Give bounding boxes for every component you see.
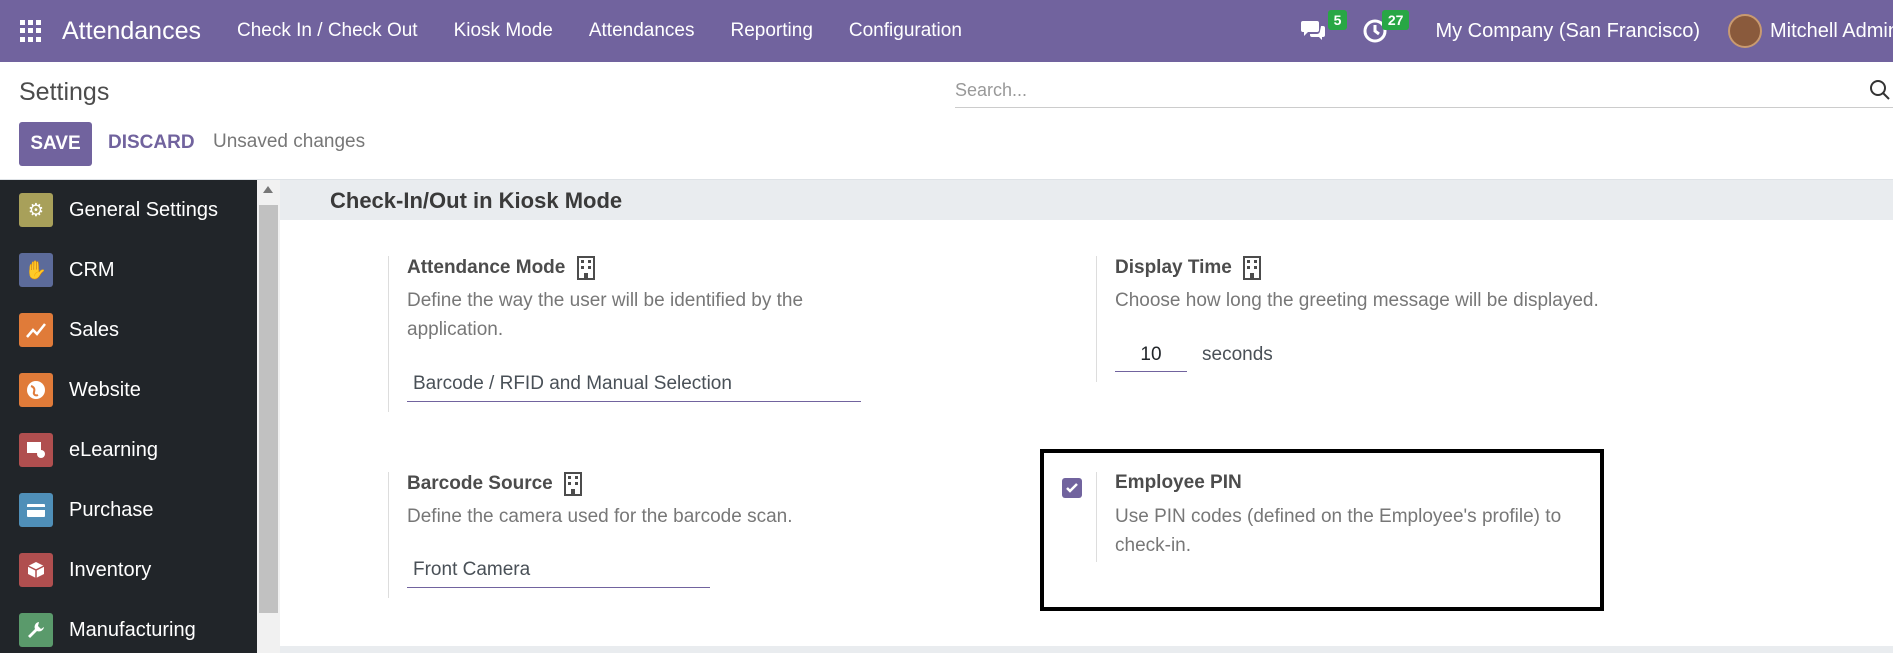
scroll-up-arrow-icon[interactable] <box>263 186 273 193</box>
content-bottom-border <box>280 646 1893 653</box>
setting-attendance-mode: Attendance Mode Define the way the user … <box>388 256 948 412</box>
setting-description: Define the camera used for the barcode s… <box>407 506 793 527</box>
menu-check-in-out[interactable]: Check In / Check Out <box>237 20 418 42</box>
menu-reporting[interactable]: Reporting <box>731 20 813 42</box>
menu-kiosk-mode[interactable]: Kiosk Mode <box>454 20 553 42</box>
display-time-unit: seconds <box>1202 344 1273 365</box>
setting-description: Choose how long the greeting message wil… <box>1115 290 1599 311</box>
card-icon <box>19 493 53 527</box>
search-box <box>955 74 1893 108</box>
user-menu[interactable]: Mitchell Admin <box>1770 20 1893 43</box>
sidebar-item-purchase[interactable]: Purchase <box>0 485 257 535</box>
company-switcher[interactable]: My Company (San Francisco) <box>1435 20 1700 43</box>
menu-configuration[interactable]: Configuration <box>849 20 962 42</box>
section-header: Check-In/Out in Kiosk Mode <box>280 180 1893 220</box>
sidebar-item-label: eLearning <box>69 438 158 461</box>
navbar-systray: 5 27 My Company (San Francisco) Mitchell… <box>1299 0 1893 62</box>
setting-title-text: Barcode Source <box>407 473 553 495</box>
setting-title: Barcode Source <box>407 472 583 496</box>
apps-grid-icon[interactable] <box>20 20 42 42</box>
sidebar-item-label: CRM <box>69 258 115 281</box>
activities-badge: 27 <box>1381 10 1410 30</box>
description-line: application. <box>407 319 504 340</box>
sidebar-item-website[interactable]: Website <box>0 365 257 415</box>
avatar[interactable] <box>1728 14 1762 48</box>
attendance-mode-select[interactable]: Barcode / RFID and Manual Selection <box>407 366 861 402</box>
sidebar-item-crm[interactable]: ✋ CRM <box>0 245 257 295</box>
building-icon <box>1243 256 1262 280</box>
sidebar-item-manufacturing[interactable]: Manufacturing <box>0 605 257 655</box>
setting-title-text: Display Time <box>1115 257 1232 279</box>
setting-title-text: Attendance Mode <box>407 257 566 279</box>
sidebar-item-sales[interactable]: Sales <box>0 305 257 355</box>
elearning-icon <box>19 433 53 467</box>
scrollbar-thumb[interactable] <box>259 205 278 613</box>
description-line: Define the way the user will be identifi… <box>407 290 804 311</box>
search-icon[interactable] <box>1867 77 1893 103</box>
sidebar-item-general-settings[interactable]: ⚙ General Settings <box>0 185 257 235</box>
messages-icon[interactable]: 5 <box>1299 10 1348 46</box>
handshake-icon: ✋ <box>19 253 53 287</box>
highlight-box <box>1040 449 1604 611</box>
discard-button[interactable]: DISCARD <box>108 132 195 154</box>
setting-title: Display Time <box>1115 256 1262 280</box>
building-icon <box>576 256 595 280</box>
sidebar-item-inventory[interactable]: Inventory <box>0 545 257 595</box>
sidebar-item-label: General Settings <box>69 198 218 221</box>
setting-title: Attendance Mode <box>407 256 595 280</box>
save-button[interactable]: SAVE <box>19 122 92 166</box>
sidebar-item-label: Manufacturing <box>69 618 196 641</box>
barcode-source-select[interactable]: Front Camera <box>407 552 710 588</box>
gear-icon: ⚙ <box>19 193 53 227</box>
top-navbar: Attendances Check In / Check Out Kiosk M… <box>0 0 1893 62</box>
building-icon <box>564 472 583 496</box>
sidebar-item-elearning[interactable]: eLearning <box>0 425 257 475</box>
sidebar-item-label: Website <box>69 378 141 401</box>
sidebar-item-label: Purchase <box>69 498 154 521</box>
search-input[interactable] <box>955 74 1893 107</box>
chart-icon <box>19 313 53 347</box>
app-title[interactable]: Attendances <box>62 17 201 46</box>
control-panel: Settings SAVE DISCARD Unsaved changes <box>0 62 1893 180</box>
settings-sidebar: ⚙ General Settings ✋ CRM Sales Website e… <box>0 180 257 653</box>
setting-barcode-source: Barcode Source Define the camera used fo… <box>388 472 948 598</box>
section-title: Check-In/Out in Kiosk Mode <box>330 188 623 213</box>
wrench-icon <box>19 613 53 647</box>
page-title: Settings <box>19 78 110 106</box>
sidebar-item-label: Inventory <box>69 558 152 581</box>
box-icon <box>19 553 53 587</box>
activity-clock-icon[interactable]: 27 <box>1361 10 1410 46</box>
menu-attendances[interactable]: Attendances <box>589 20 695 42</box>
display-time-input[interactable]: 10 <box>1115 338 1187 372</box>
setting-display-time: Display Time Choose how long the greetin… <box>1096 256 1696 382</box>
sidebar-item-label: Sales <box>69 318 120 341</box>
unsaved-status: Unsaved changes <box>213 131 366 152</box>
globe-icon <box>19 373 53 407</box>
setting-description: Define the way the user will be identifi… <box>407 286 803 344</box>
messages-badge: 5 <box>1327 10 1348 30</box>
